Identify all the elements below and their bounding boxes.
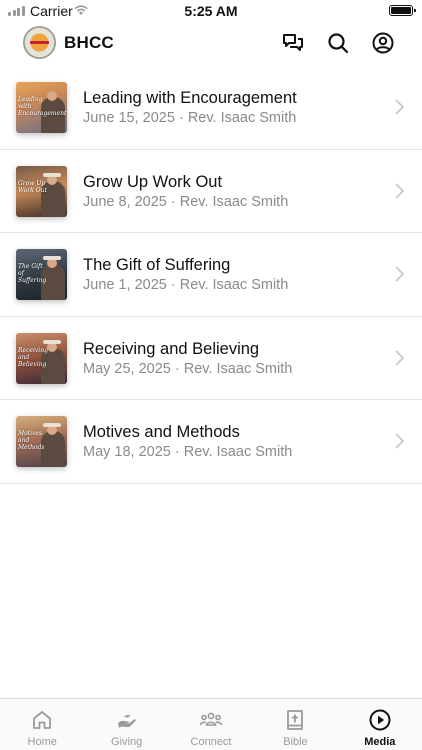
sermon-row[interactable]: The Gift of Suffering The Gift of Suffer… — [0, 233, 422, 317]
sermon-date: May 25, 2025 — [83, 360, 171, 377]
status-bar: Carrier 5:25 AM — [0, 0, 422, 22]
sermon-speaker: Rev. Isaac Smith — [179, 193, 289, 210]
tab-giving[interactable]: Giving — [84, 699, 168, 750]
sermon-meta: May 18, 2025 · Rev. Isaac Smith — [83, 444, 292, 460]
sermon-title: Receiving and Believing — [83, 339, 260, 358]
tab-label: Bible — [283, 736, 308, 748]
chevron-right-icon — [395, 182, 405, 199]
battery-icon — [389, 5, 416, 16]
sermon-list: Leading with Encouragement Leading with … — [0, 66, 422, 484]
sermon-thumbnail: Grow Up Work Out — [16, 165, 67, 217]
sermon-title: Grow Up Work Out — [83, 172, 223, 191]
tab-label: Home — [27, 736, 57, 748]
account-icon[interactable] — [371, 31, 395, 55]
sermon-title: The Gift of Suffering — [83, 256, 231, 274]
tab-bar: Home Giving Connect Bible Media — [0, 698, 422, 750]
sermon-thumbnail: Receiving and Believing — [16, 332, 67, 384]
sermon-meta: May 25, 2025 · Rev. Isaac Smith — [83, 361, 292, 377]
clock: 5:25 AM — [184, 3, 238, 19]
tab-label: Media — [364, 736, 396, 748]
meta-separator: · — [166, 277, 180, 293]
tab-media[interactable]: Media — [338, 699, 422, 750]
church-logo[interactable] — [23, 26, 56, 59]
people-icon — [199, 708, 223, 732]
sermon-date: May 18, 2025 — [83, 444, 171, 460]
sermon-thumbnail: Motives and Methods — [16, 416, 67, 467]
sermon-meta: June 8, 2025 · Rev. Isaac Smith — [83, 194, 288, 210]
sermon-speaker: Rev. Isaac Smith — [183, 444, 293, 460]
sermon-date: June 15, 2025 — [83, 110, 175, 126]
sermon-row[interactable]: Grow Up Work Out Grow Up Work Out June 8… — [0, 150, 422, 233]
app-title: BHCC — [64, 33, 114, 52]
chat-icon[interactable] — [281, 31, 305, 55]
chevron-right-icon — [395, 433, 405, 449]
meta-separator: · — [174, 110, 188, 126]
chevron-right-icon — [395, 99, 405, 115]
sermon-date: June 1, 2025 — [83, 277, 167, 293]
app-header: BHCC — [0, 26, 422, 62]
sermon-row[interactable]: Motives and Methods Motives and Methods … — [0, 400, 422, 484]
sermon-row[interactable]: Leading with Encouragement Leading with … — [0, 66, 422, 150]
sermon-thumbnail: The Gift of Suffering — [16, 249, 67, 300]
chevron-right-icon — [395, 349, 405, 366]
tab-label: Giving — [111, 736, 143, 748]
meta-separator: · — [170, 360, 184, 377]
sermon-title: Motives and Methods — [83, 423, 240, 441]
sermon-speaker: Rev. Isaac Smith — [179, 277, 289, 293]
play-circle-icon — [368, 708, 392, 732]
chevron-right-icon — [395, 266, 405, 282]
sermon-speaker: Rev. Isaac Smith — [183, 360, 293, 377]
sermon-meta: June 15, 2025 · Rev. Isaac Smith — [83, 110, 296, 126]
sermon-thumbnail: Leading with Encouragement — [16, 82, 67, 133]
tab-label: Connect — [190, 736, 232, 748]
search-icon[interactable] — [326, 31, 350, 55]
sermon-speaker: Rev. Isaac Smith — [187, 110, 297, 126]
home-icon — [30, 708, 54, 732]
giving-hand-icon — [115, 708, 139, 732]
meta-separator: · — [166, 193, 180, 210]
bible-icon — [283, 708, 307, 732]
sermon-row[interactable]: Receiving and Believing Receiving and Be… — [0, 317, 422, 400]
sermon-meta: June 1, 2025 · Rev. Isaac Smith — [83, 277, 288, 293]
sermon-title: Leading with Encouragement — [83, 89, 297, 107]
tab-connect[interactable]: Connect — [169, 699, 253, 750]
tab-home[interactable]: Home — [0, 699, 84, 750]
meta-separator: · — [170, 444, 184, 460]
tab-bible[interactable]: Bible — [253, 699, 337, 750]
sermon-date: June 8, 2025 — [83, 193, 167, 210]
